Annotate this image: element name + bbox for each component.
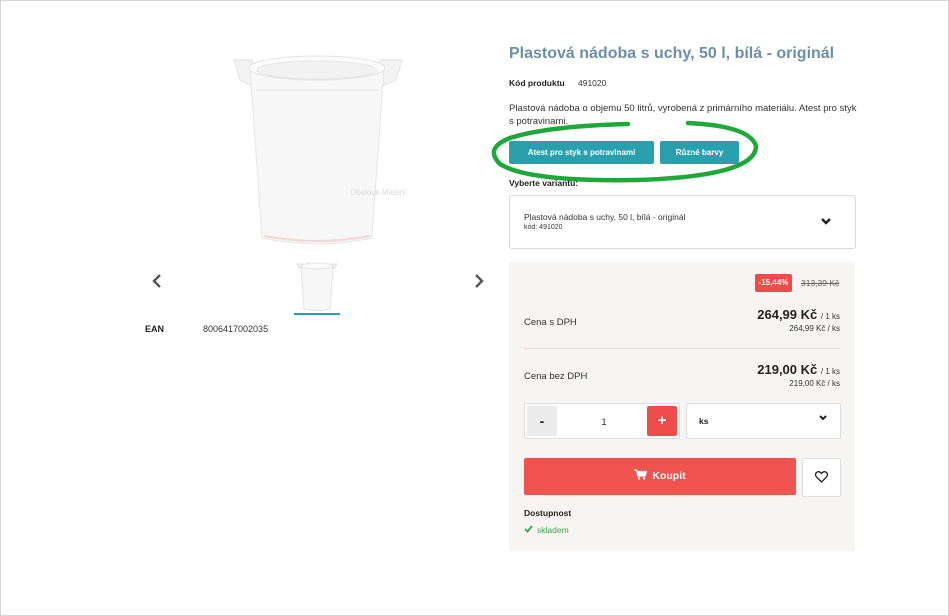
gallery-next-button[interactable] (473, 272, 485, 292)
price-panel: -15,44% 313,39 Kč Cena s DPH 264,99 Kč /… (509, 262, 855, 551)
quantity-stepper: - + (524, 403, 680, 439)
chevron-down-icon (820, 214, 832, 229)
gallery-thumbnail[interactable] (294, 259, 340, 315)
chevron-down-icon (818, 413, 828, 425)
price-with-vat-label: Cena s DPH (524, 317, 577, 328)
product-title: Plastová nádoba s uchy, 50 l, bílá - ori… (509, 45, 835, 62)
watermark-text: Obalové Materiály (350, 188, 406, 197)
availability-status: skladem (524, 525, 569, 535)
discount-badge: -15,44% (755, 274, 792, 292)
availability-status-text: skladem (537, 525, 569, 535)
product-code-value: 491020 (578, 78, 607, 88)
heart-icon (815, 471, 828, 483)
quantity-plus-button[interactable]: + (647, 406, 677, 436)
highlight-ellipse (491, 120, 759, 183)
buy-button-label: Koupit (652, 470, 686, 482)
quantity-input[interactable] (563, 406, 645, 438)
variant-selected-name: Plastová nádoba s uchy, 50 l, bílá - ori… (524, 212, 686, 222)
availability-label: Dostupnost (524, 508, 572, 518)
price-without-vat-per-unit: 219,00 Kč / ks (789, 379, 840, 388)
ean-label: EAN (145, 324, 165, 334)
unit-selected: ks (699, 416, 709, 426)
buy-button[interactable]: Koupit (524, 458, 796, 495)
price-without-vat-unit: / 1 ks (820, 367, 840, 376)
unit-select[interactable]: ks (686, 403, 841, 439)
gallery-prev-button[interactable] (151, 272, 163, 292)
chevron-right-icon (475, 274, 484, 288)
quantity-minus-button[interactable]: - (527, 406, 557, 436)
wishlist-button[interactable] (802, 458, 841, 497)
cart-icon (634, 469, 648, 480)
check-icon (524, 525, 533, 533)
chevron-left-icon (152, 274, 161, 288)
variant-label: Vyberte variantu: (509, 178, 579, 188)
price-without-vat-label: Cena bez DPH (524, 371, 588, 382)
variant-select[interactable]: Plastová nádoba s uchy, 50 l, bílá - ori… (509, 195, 856, 249)
price-with-vat-unit: / 1 ks (820, 312, 840, 321)
old-price: 313,39 Kč (801, 278, 840, 288)
price-with-vat-per-unit: 264,99 Kč / ks (789, 324, 840, 333)
divider (524, 348, 840, 349)
ean-value: 8006417002035 (203, 324, 269, 334)
price-without-vat-value: 219,00 Kč (757, 362, 818, 377)
variant-selected-code: kód: 491020 (524, 224, 563, 231)
price-without-vat: 219,00 Kč / 1 ks (757, 362, 840, 377)
price-with-vat: 264,99 Kč / 1 ks (757, 307, 840, 322)
price-with-vat-value: 264,99 Kč (757, 307, 818, 322)
product-code-label: Kód produktu (509, 78, 565, 88)
product-image: Obalové Materiály (233, 55, 406, 245)
